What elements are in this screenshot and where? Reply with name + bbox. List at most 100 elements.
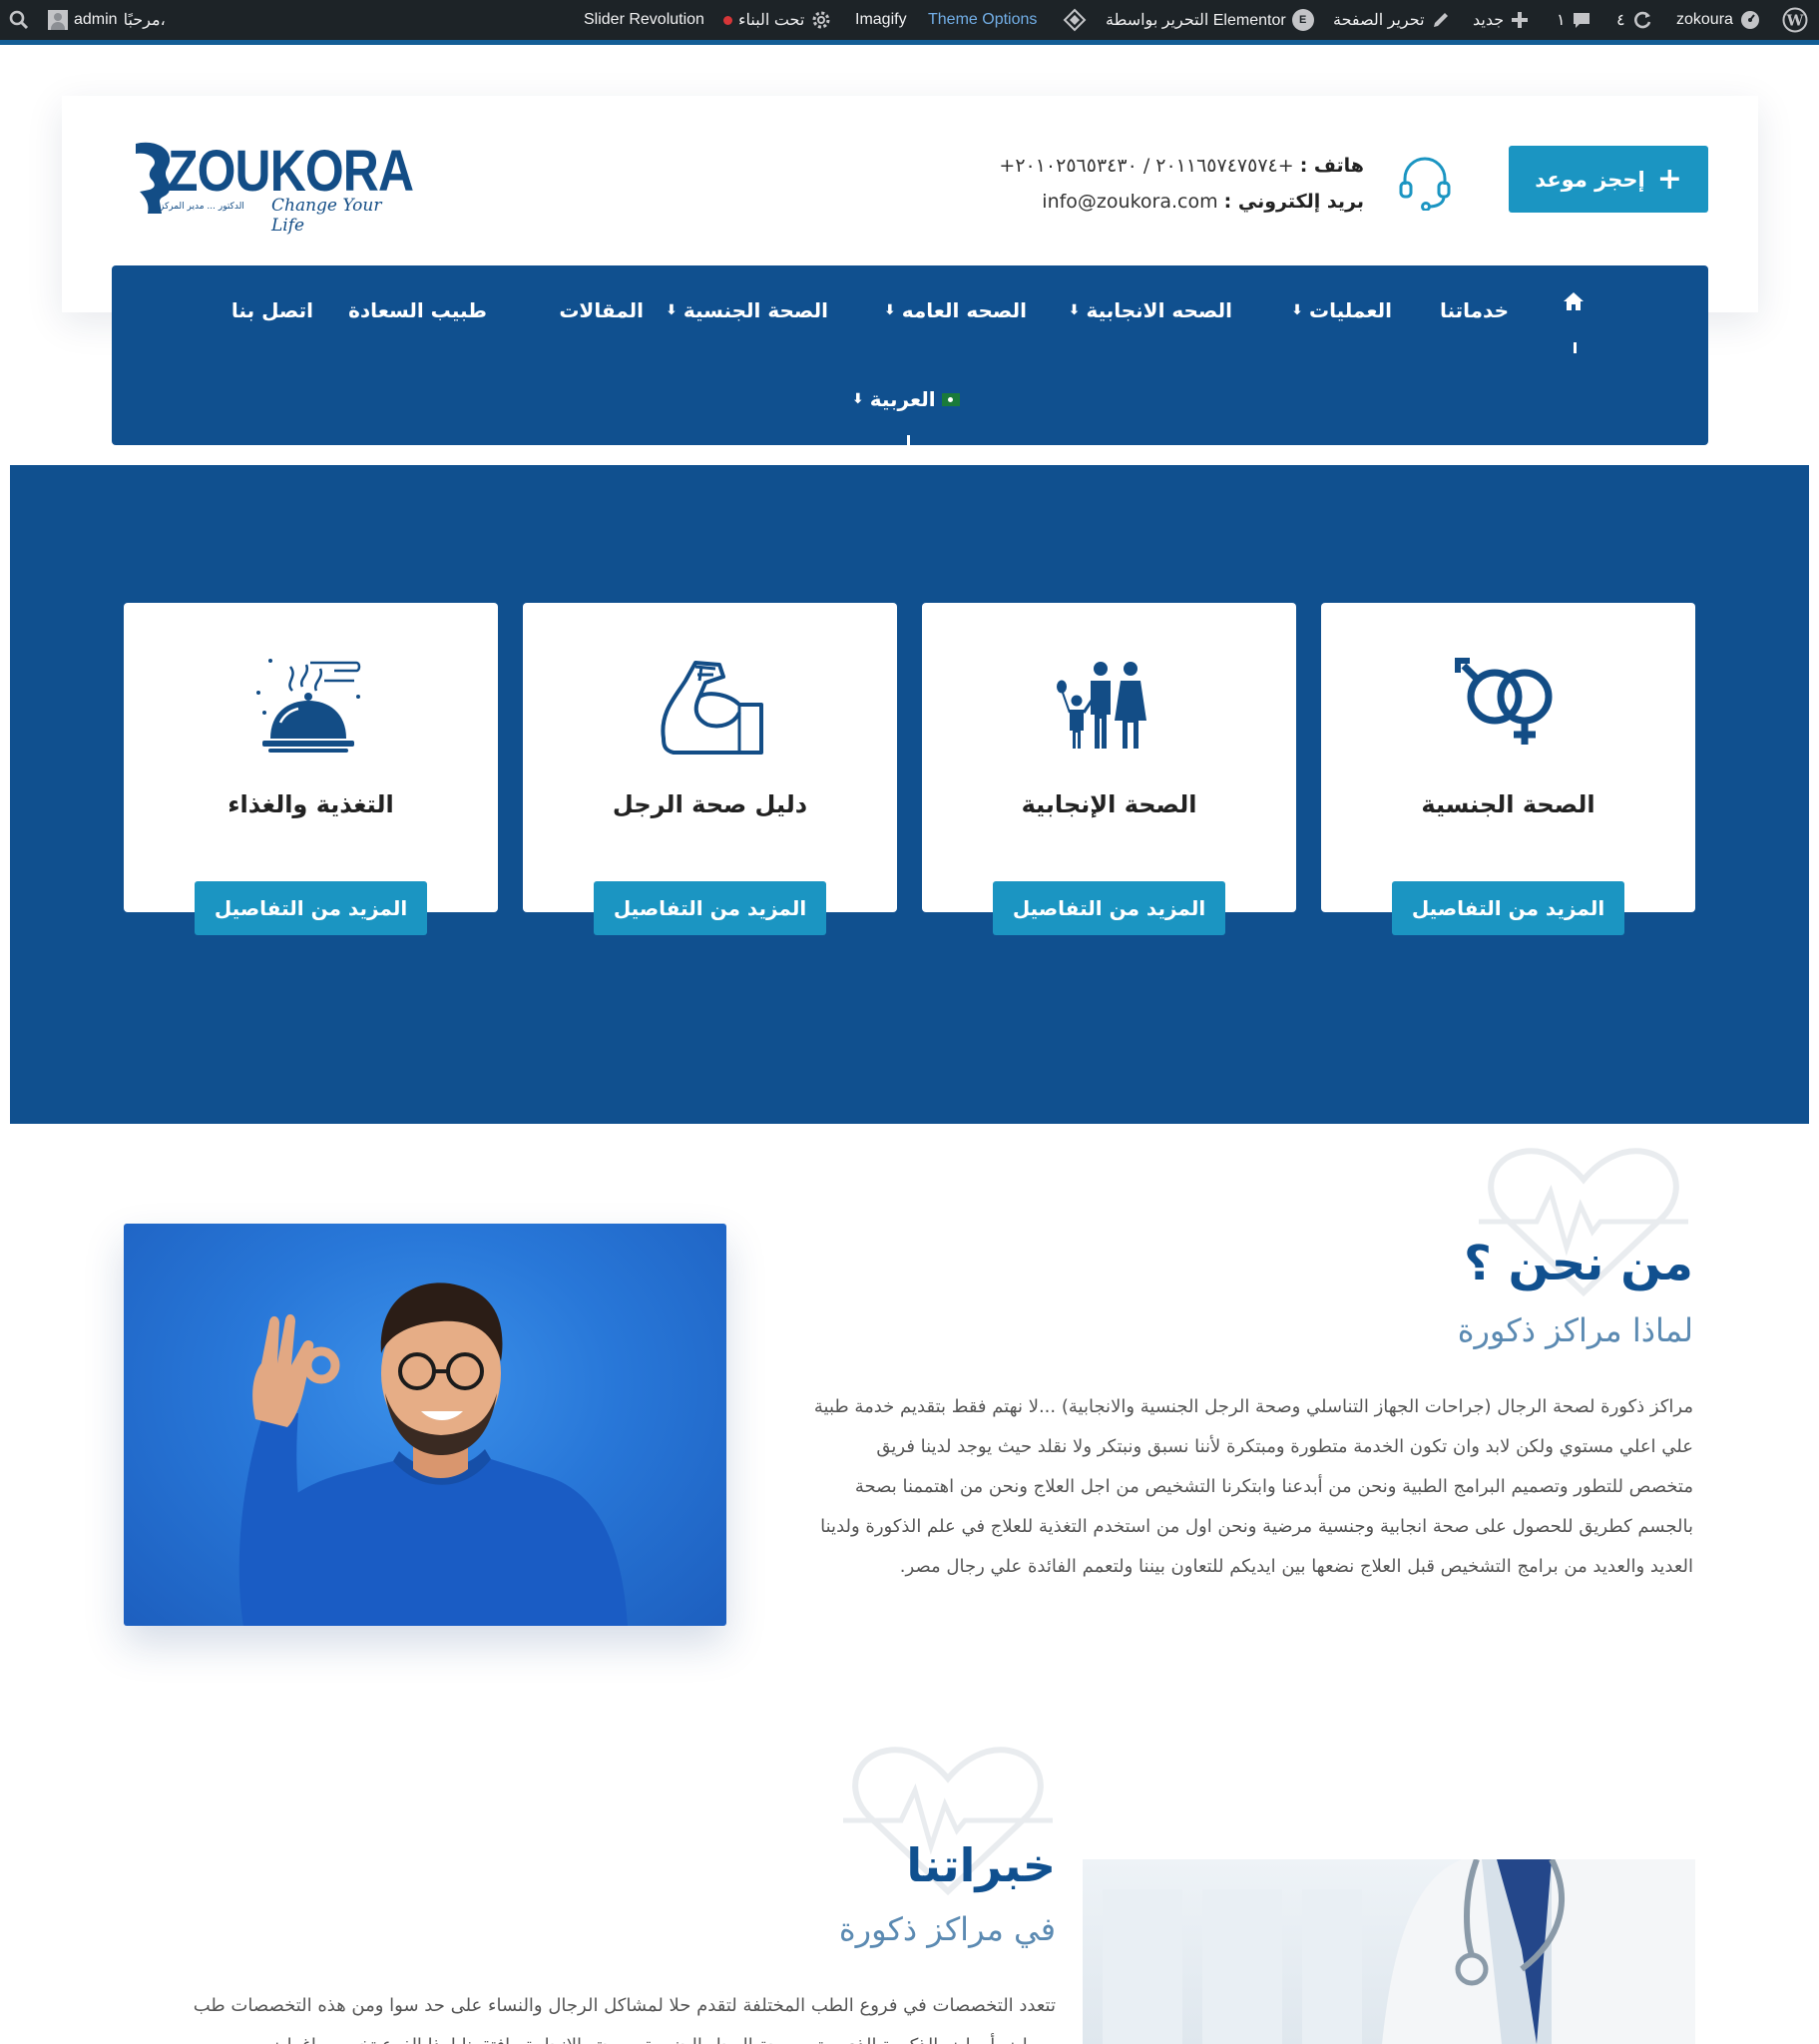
chevron-down-icon: ⬇ (666, 302, 678, 318)
experience-title: خبراتنا (906, 1838, 1056, 1892)
admin-bar-accent (0, 40, 1819, 45)
nav-general-health[interactable]: الصحه العامه ⬇ (884, 298, 1027, 322)
service-title: التغذية والغذاء (227, 790, 394, 818)
edit-page-label: تحرير الصفحة (1333, 12, 1425, 29)
nav-reproductive-health[interactable]: الصحه الانجابية ⬇ (1069, 298, 1232, 322)
chevron-down-icon: ⬇ (1068, 302, 1081, 318)
elementor-edit-link[interactable]: التحرير بواسطة Elementor E (1106, 0, 1314, 40)
nav-articles-label: المقالات (559, 298, 644, 322)
service-card-reproductive-health[interactable]: الصحة الإنجابية (922, 603, 1296, 912)
service-title: دليل صحة الرجل (612, 790, 808, 818)
chevron-down-icon: ⬇ (884, 302, 896, 318)
about-paragraph: مراكز ذكورة لصحة الرجال (جراحات الجهاز ا… (735, 1387, 1693, 1587)
elementor-edit-label: التحرير بواسطة Elementor (1106, 12, 1286, 29)
updates-link[interactable]: ٤ (1616, 0, 1653, 40)
service-card-nutrition[interactable]: التغذية والغذاء (124, 603, 498, 912)
comment-icon (1573, 13, 1590, 28)
under-construction-link[interactable]: تحت البناء (723, 0, 832, 40)
logo-subtext: الدكتور ... مدير المركز (160, 202, 244, 212)
email-line: بريد إلكتروني : info@zoukora.com (999, 184, 1364, 220)
service-card-men-health-guide[interactable]: دليل صحة الرجل (523, 603, 897, 912)
service-more-button-men-health-guide[interactable]: المزيد من التفاصيل (594, 881, 826, 935)
pencil-icon (1433, 13, 1448, 27)
slider-revolution-link[interactable]: Slider Revolution (584, 0, 704, 40)
diamond-icon[interactable] (1063, 0, 1087, 40)
service-title: الصحة الإنجابية (1021, 790, 1197, 818)
nav-services-label: خدماتنا (1439, 298, 1509, 322)
nav-contact[interactable]: اتصل بنا (231, 298, 313, 322)
nav-language[interactable]: العربية ⬇ (852, 387, 960, 411)
about-line: متخصص للتطور وتصميم البرامج الطبية ونحن … (854, 1476, 1693, 1497)
wordpress-logo-icon[interactable]: W (1782, 0, 1808, 40)
about-line: العديد والعديد من برامج التشخيص قبل العل… (899, 1556, 1693, 1577)
phone-line: هاتف : +٢٠١١٦٥٧٤٧٥٧٤ / ٢٠١٠٢٥٦٥٣٤٣٠+ (999, 148, 1364, 184)
flexed-arm-icon (661, 661, 763, 755)
comments-link[interactable]: ١ (1557, 0, 1592, 40)
nav-home[interactable] (1562, 289, 1586, 313)
site-name-label: zokoura (1676, 11, 1733, 28)
service-card-sexual-health[interactable]: الصحة الجنسية (1321, 603, 1695, 912)
book-appointment-button[interactable]: + إحجز موعد (1509, 146, 1708, 213)
theme-options-label: Theme Options (928, 11, 1038, 28)
updates-count: ٤ (1616, 12, 1625, 29)
flag-icon (941, 392, 960, 406)
logo-wordmark: ZOUKORA (168, 139, 414, 204)
nav-articles[interactable]: المقالات (559, 298, 644, 322)
nav-happiness-doctor-label: طبيب السعادة (348, 298, 487, 322)
about-line: بالجسم كطريق للحصول على صحة انجابية وجنس… (820, 1516, 1693, 1537)
plus-icon (1512, 12, 1529, 28)
site-name-link[interactable]: zokoura (1676, 0, 1761, 40)
search-icon[interactable] (8, 0, 30, 40)
new-content-link[interactable]: جديد (1473, 0, 1530, 40)
home-icon (1564, 292, 1584, 310)
imagify-label: Imagify (855, 11, 907, 28)
comments-count: ١ (1557, 12, 1566, 29)
nav-reproductive-health-label: الصحه الانجابية (1086, 298, 1232, 322)
new-label: جديد (1473, 12, 1505, 29)
service-more-button-sexual-health[interactable]: المزيد من التفاصيل (1392, 881, 1624, 935)
phone-label: هاتف : (1299, 155, 1364, 177)
edit-page-link[interactable]: تحرير الصفحة (1333, 0, 1451, 40)
imagify-link[interactable]: Imagify (855, 0, 907, 40)
about-line: علي اعلي مستوي ولكن لابد وان تكون الخدمة… (876, 1436, 1693, 1457)
gear-icon (812, 11, 830, 29)
nav-services[interactable]: خدماتنا (1440, 298, 1509, 322)
contact-info: هاتف : +٢٠١١٦٥٧٤٧٥٧٤ / ٢٠١٠٢٥٦٥٣٤٣٠+ بري… (999, 148, 1364, 220)
nav-general-health-label: الصحه العامه (901, 298, 1027, 322)
about-line: مراكز ذكورة لصحة الرجال (جراحات الجهاز ا… (813, 1396, 1693, 1417)
under-construction-label: تحت البناء (738, 12, 805, 29)
nav-sexual-health-label: الصحة الجنسية (682, 298, 828, 322)
slider-revolution-label: Slider Revolution (584, 11, 704, 28)
phone-value[interactable]: +٢٠١١٦٥٧٤٧٥٧٤ / ٢٠١٠٢٥٦٥٣٤٣٠+ (999, 155, 1293, 177)
experience-paragraph: تتعدد التخصصات في فروع الطب المختلفة لتق… (128, 1986, 1056, 2044)
admin-howdy: مرحبًا، (123, 12, 166, 29)
admin-account[interactable]: admin مرحبًا، (48, 0, 166, 40)
chevron-down-icon: ⬇ (852, 391, 864, 407)
plus-icon: + (1656, 161, 1682, 197)
email-label: بريد إلكتروني : (1223, 191, 1364, 213)
nav-sexual-health[interactable]: الصحة الجنسية ⬇ (666, 298, 828, 322)
nav-active-indicator (1574, 342, 1577, 353)
service-more-button-reproductive-health[interactable]: المزيد من التفاصيل (993, 881, 1225, 935)
logo-tagline: Change Your Life (271, 196, 382, 236)
food-tray-icon (256, 659, 361, 753)
nav-operations[interactable]: العمليات ⬇ (1291, 298, 1392, 322)
email-value[interactable]: info@zoukora.com (1042, 191, 1217, 213)
nav-happiness-doctor[interactable]: طبيب السعادة (348, 298, 487, 322)
nav-operations-label: العمليات (1309, 298, 1392, 322)
doctor-photo (1083, 1859, 1695, 2044)
avatar (48, 10, 68, 30)
theme-options-link[interactable]: Theme Options (928, 0, 1037, 40)
chevron-down-icon: ⬇ (1291, 302, 1303, 318)
main-nav: خدماتنا العمليات ⬇ الصحه الانجابية ⬇ الص… (112, 265, 1708, 445)
site-logo[interactable]: ZOUKORA Change Your Life الدكتور ... مدي… (130, 140, 414, 236)
status-dot (723, 15, 732, 25)
headset-icon (1399, 157, 1451, 211)
service-more-button-nutrition[interactable]: المزيد من التفاصيل (195, 881, 427, 935)
svg-text:W: W (1786, 12, 1805, 30)
elementor-icon: E (1291, 9, 1314, 31)
about-subtitle: لماذا مراكز ذكورة (1457, 1311, 1693, 1349)
refresh-icon (1633, 11, 1650, 29)
gender-symbols-icon (1455, 658, 1553, 745)
nav-indicator (907, 435, 910, 445)
